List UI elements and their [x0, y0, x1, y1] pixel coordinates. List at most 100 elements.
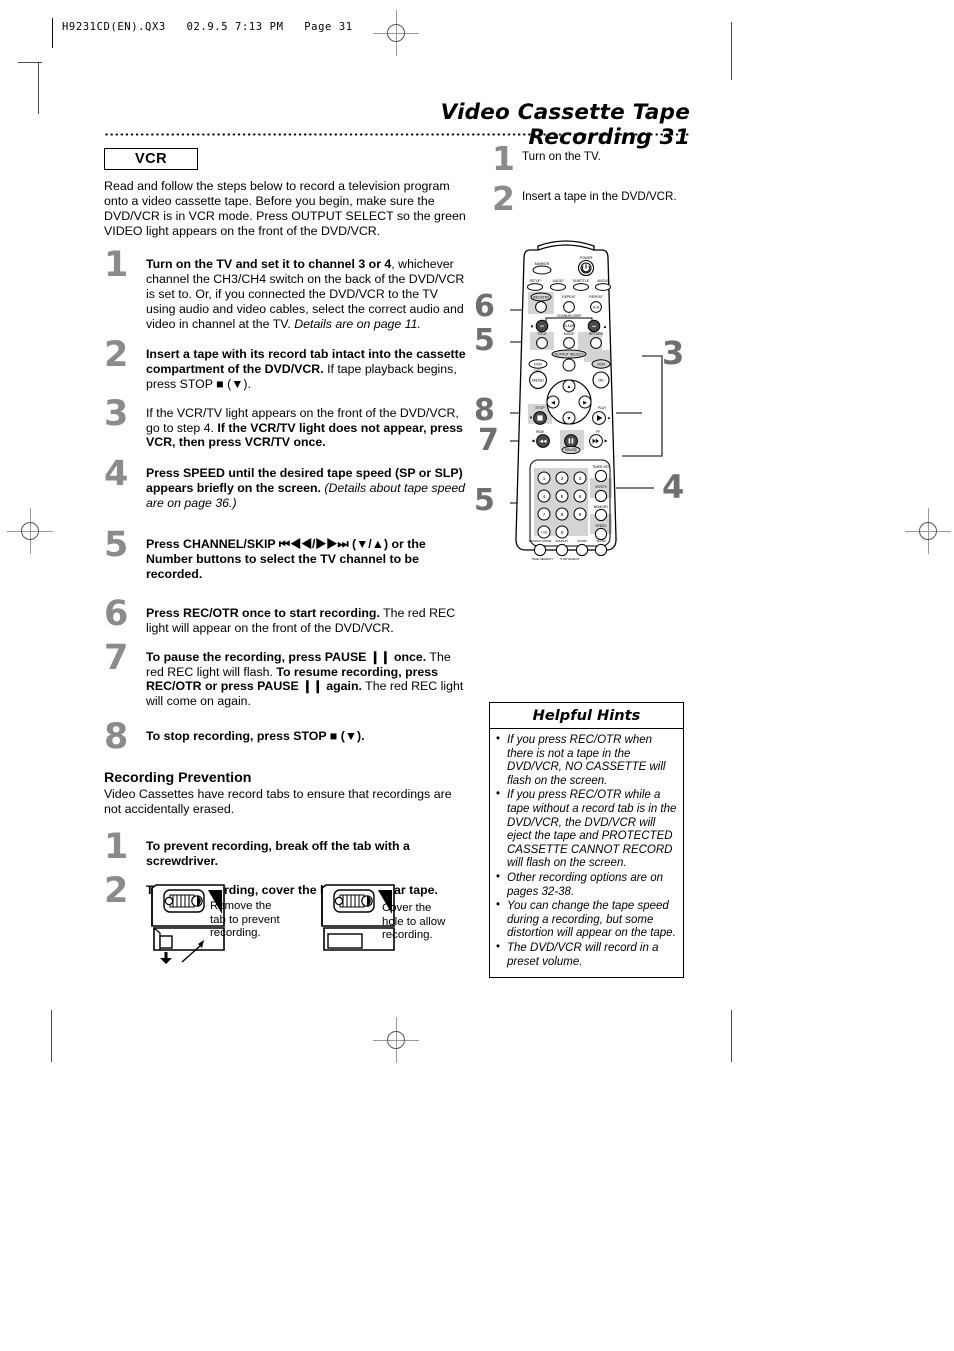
remote-label-repeat-ab: REPEAT	[589, 295, 602, 299]
step-number: 1	[104, 827, 129, 868]
step-5: 5 Press CHANNEL/SKIP ⏮◀◀/▶▶⏭ (▼/▲) or th…	[104, 528, 468, 582]
remote-label-display: DISPLAY	[556, 539, 569, 543]
step-number: 7	[104, 637, 129, 678]
step-bold: Turn on the TV and set it to channel 3 o…	[146, 257, 392, 272]
right-step-2: 2 Insert a tape in the DVD/VCR.	[488, 182, 688, 220]
remote-label-vcr-tv: VCR/TV	[595, 485, 608, 489]
page-title: Video Cassette Tape Recording 31	[440, 100, 690, 150]
crop-mark-bottom-left	[51, 1010, 52, 1062]
remote-key-5: 5	[561, 494, 564, 499]
recording-prevention-body: Video Cassettes have record tabs to ensu…	[104, 787, 452, 817]
remote-icon-channel-up: ▲	[603, 324, 607, 329]
step-text: If the VCR/TV light appears on the front…	[146, 406, 468, 451]
callout-5-channel: 5	[474, 323, 495, 358]
remote-label-audio: AUDIO	[553, 279, 564, 283]
remote-label-power: POWER	[580, 256, 593, 260]
remote-icon-play-up: ▲	[607, 415, 611, 420]
crop-mark-top-left	[38, 62, 39, 114]
remote-label-time-search: TIME SEARCH	[531, 557, 552, 561]
step-text: Turn on the TV and set it to channel 3 o…	[146, 257, 468, 332]
right-column: 1 Turn on the TV. 2 Insert a tape in the…	[488, 142, 688, 222]
remote-label-search-mode: SEARCH MODE	[528, 539, 551, 543]
hint-item: If you press REC/OTR while a tape withou…	[496, 788, 677, 871]
remote-key-7: 7	[543, 512, 546, 517]
step-7: 7 To pause the recording, press PAUSE ❙❙…	[104, 640, 468, 710]
remote-label-output-select: OUTPUT SELECT	[555, 352, 585, 356]
registration-mark-top	[373, 10, 419, 56]
prevention-step-1: 1 To prevent recording, break off the ta…	[104, 830, 468, 869]
remote-label-subtitle: SUBTITLE	[573, 279, 590, 283]
step-number: 1	[104, 245, 129, 286]
remote-label-dvd: DVD	[534, 362, 542, 366]
helpful-hints-title: Helpful Hints	[490, 703, 683, 729]
crop-mark-top-edge	[18, 62, 42, 63]
remote-label-setup: SETUP	[529, 279, 541, 283]
remote-icon-skip-fwd: ⏭	[592, 323, 596, 328]
step-text: Insert a tape with its record tab intact…	[146, 347, 468, 392]
callout-8: 8	[474, 393, 495, 428]
remote-label-zoom: ZOOM	[577, 539, 587, 543]
remote-icon-skip-back: ⏮	[540, 323, 544, 328]
step-bold: Press REC/OTR once to start recording.	[146, 605, 380, 620]
remote-key-6: 6	[579, 494, 582, 499]
registration-mark-right	[905, 508, 951, 554]
remote-label-play: PLAY	[598, 406, 607, 410]
step-text: Turn on the TV.	[522, 150, 601, 163]
remote-label-mode: MODE	[564, 332, 575, 336]
cassette-figures: Remove the tab to prevent recording. Cov…	[146, 884, 476, 964]
step-3: 3 If the VCR/TV light appears on the fro…	[104, 396, 468, 451]
remote-label-memory: MEMORY	[594, 505, 610, 509]
remote-label-pause: PAUSE	[565, 448, 578, 452]
step-1: 1 Turn on the TV and set it to channel 3…	[104, 248, 468, 332]
step-number: 2	[492, 179, 515, 218]
hint-item: You can change the tape speed during a r…	[496, 899, 677, 941]
registration-mark-bottom	[373, 1017, 419, 1063]
step-2: 2 Insert a tape with its record tab inta…	[104, 337, 468, 392]
callout-7: 7	[478, 423, 499, 458]
remote-label-ok: OK	[598, 377, 604, 382]
mode-tag-vcr: VCR	[104, 148, 198, 170]
callout-6: 6	[474, 289, 495, 324]
step-text: Press REC/OTR once to start recording. T…	[146, 606, 468, 636]
remote-control-diagram: MARKER POWER SETUP AUDIO SUBTITLE ANGLE	[466, 238, 706, 618]
remote-label-slow: SLOW	[596, 539, 605, 543]
remote-label-clear: CLEAR	[564, 324, 575, 328]
remote-key-9: 9	[579, 512, 582, 517]
remote-label-vcr: VCR	[597, 362, 605, 366]
title-dotted-rule	[104, 133, 690, 136]
document-page: H9231CD(EN).QX3 02.9.5 7:13 PM Page 31 V…	[0, 0, 954, 1351]
cassette-caption-remove: Remove the tab to prevent recording.	[210, 900, 280, 940]
step-text: Press CHANNEL/SKIP ⏮◀◀/▶▶⏭ (▼/▲) or the …	[146, 537, 426, 581]
remote-label-status-exit: STATUS/EXIT	[560, 557, 580, 561]
remote-label-channel-skip: CHANNEL/SKIP	[557, 314, 583, 318]
helpful-hints-box: Helpful Hints If you press REC/OTR when …	[489, 702, 684, 979]
remote-icon-rewind: ◀◀	[539, 439, 547, 444]
remote-label-title: TITLE	[537, 332, 547, 336]
remote-key-0: 0	[561, 530, 564, 535]
step-number: 1	[492, 139, 515, 178]
remote-key-plus10: +10	[541, 530, 549, 535]
step-number: 2	[104, 334, 129, 375]
step-text: To prevent recording, break off the tab …	[146, 839, 410, 869]
recording-prevention-heading: Recording Prevention	[104, 770, 252, 787]
remote-key-1: 1	[543, 476, 546, 481]
step-number: 5	[104, 525, 129, 566]
right-step-1: 1 Turn on the TV.	[488, 142, 688, 180]
remote-label-ab: A-B	[593, 305, 599, 309]
helpful-hints-list: If you press REC/OTR when there is not a…	[490, 729, 683, 977]
step-4: 4 Press SPEED until the desired tape spe…	[104, 457, 468, 511]
callout-4: 4	[662, 468, 685, 506]
step-text: To pause the recording, press PAUSE ❙❙ o…	[146, 650, 468, 710]
intro-paragraph: Read and follow the steps below to recor…	[104, 179, 466, 239]
callout-5-keypad: 5	[474, 483, 495, 518]
step-number: 8	[104, 717, 129, 758]
crop-mark-top-right	[731, 22, 732, 80]
remote-control-illustration: MARKER POWER SETUP AUDIO SUBTITLE ANGLE	[510, 240, 663, 561]
remote-icon-arrow-up: ▲	[567, 384, 572, 390]
remote-label-timer-set: TIMER SET	[592, 465, 610, 469]
left-column: VCR Read and follow the steps below to r…	[104, 148, 468, 909]
step-bold: To pause the recording, press PAUSE ❙❙ o…	[146, 649, 427, 664]
step-number: 3	[104, 393, 129, 434]
remote-icon-arrow-down: ▼	[567, 416, 572, 422]
remote-label-rec-otr: REC/OTR	[533, 295, 549, 299]
